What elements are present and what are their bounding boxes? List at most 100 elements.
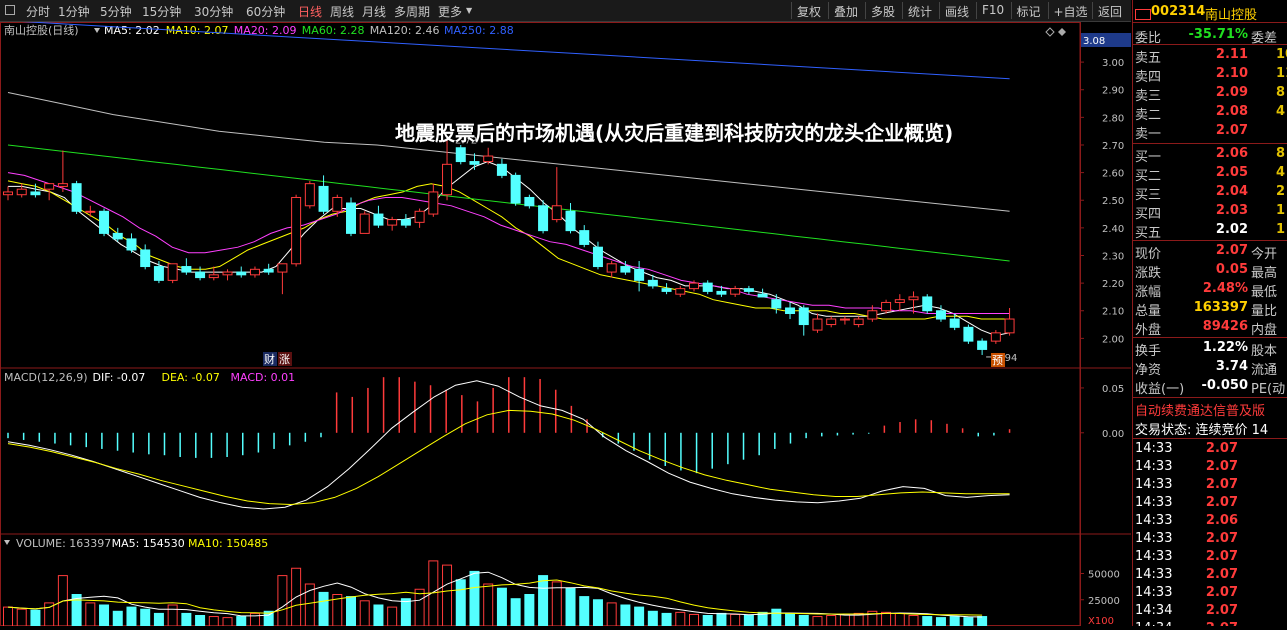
- candle-body: [881, 301, 892, 312]
- ticker-row: 自动续费通达信普及版: [1133, 399, 1287, 419]
- candle-body: [538, 205, 549, 232]
- candle-body: [455, 147, 466, 163]
- volume-bar: [620, 604, 631, 627]
- tool-button[interactable]: 画线: [945, 3, 969, 20]
- stat-label: 总量: [1135, 304, 1162, 319]
- kline-chart-svg[interactable]: 南山控股(日线) MA5: 2.02 MA10: 2.07 MA20: 2.09 MA6…: [0, 20, 1131, 627]
- volume-bar: [826, 615, 837, 627]
- stat-label: 涨跌: [1135, 266, 1162, 281]
- candle-body: [990, 332, 1001, 342]
- volume-bar: [524, 594, 535, 627]
- volume-bar: [359, 600, 370, 627]
- tool-button[interactable]: F10: [982, 3, 1004, 17]
- period-tab[interactable]: 分时: [26, 3, 50, 20]
- ask-label: 卖三: [1135, 89, 1162, 104]
- bid-row: 买三 2.04 2: [1133, 183, 1287, 203]
- volume-bar: [208, 616, 219, 627]
- period-tab[interactable]: 周线: [330, 3, 354, 20]
- stock-name: 南山控股: [1205, 8, 1258, 23]
- candle-body: [647, 279, 658, 287]
- period-tab[interactable]: 30分钟: [194, 3, 233, 20]
- volume-bar: [181, 612, 192, 627]
- diamond-icon[interactable]: [1058, 28, 1066, 36]
- tick-row: 14:33 2.07: [1133, 548, 1287, 566]
- macd-legend: MACD(12,26,9): [4, 371, 88, 384]
- stat-label-2: 最低: [1251, 285, 1278, 300]
- trade-status-text: 交易状态: 连续竞价 14: [1135, 423, 1269, 438]
- tool-button[interactable]: 标记: [1017, 3, 1041, 20]
- volume-bar: [565, 587, 576, 627]
- candle-body: [702, 282, 713, 292]
- price-tick-label: 2.10: [1102, 307, 1124, 318]
- chevron-down-icon[interactable]: [94, 28, 100, 33]
- stat-label-2: 今开: [1251, 247, 1278, 262]
- volume-bar: [3, 606, 13, 627]
- volume-bar: [839, 613, 850, 627]
- tool-button[interactable]: 返回: [1098, 3, 1122, 20]
- period-tab[interactable]: 日线: [298, 3, 322, 20]
- toolbar-separator: [1047, 2, 1049, 19]
- tick-time: 14:33: [1135, 459, 1173, 474]
- tick-row: 14:34 2.07: [1133, 620, 1287, 626]
- candle-body: [812, 318, 823, 331]
- bid-row: 买五 2.02 1: [1133, 221, 1287, 241]
- ask-price: 2.07: [1215, 123, 1248, 138]
- tool-button[interactable]: 统计: [908, 3, 932, 20]
- overlay-headline: 地震股票后的市场机遇(从灾后重建到科技防灾的龙头企业概览): [395, 121, 954, 145]
- tick-price: 2.07: [1205, 495, 1238, 510]
- toolbar-separator: [865, 2, 866, 19]
- volume-bar: [922, 616, 933, 627]
- tick-price: 2.07: [1205, 459, 1238, 474]
- period-tab[interactable]: 更多: [438, 3, 462, 20]
- price-tick-label: 2.70: [1102, 141, 1124, 152]
- bid-price: 2.06: [1215, 146, 1248, 161]
- chevron-down-icon[interactable]: [4, 540, 10, 545]
- tool-button[interactable]: 复权: [797, 3, 821, 20]
- volume-bar: [455, 579, 466, 627]
- candle-body: [757, 293, 768, 298]
- candle-body: [400, 219, 411, 226]
- candle-body: [85, 210, 96, 213]
- panel-divider: [1133, 397, 1287, 398]
- chart-area[interactable]: 南山控股(日线) MA5: 2.02 MA10: 2.07 MA20: 2.09 MA6…: [0, 20, 1131, 627]
- period-tab[interactable]: 多周期: [394, 3, 430, 20]
- candle-body: [332, 196, 343, 212]
- tool-button[interactable]: 叠加: [834, 3, 858, 20]
- period-tab[interactable]: 15分钟: [142, 3, 181, 20]
- volume-bar: [661, 612, 672, 627]
- volume-bar: [153, 612, 164, 627]
- candle-body: [949, 318, 960, 328]
- volume-bar: [771, 608, 782, 627]
- tick-row: 14:33 2.07: [1133, 476, 1287, 494]
- candle-body: [222, 271, 233, 276]
- candle-body: [483, 155, 494, 163]
- candle-body: [922, 296, 933, 312]
- volume-bar: [414, 588, 425, 627]
- window-icon[interactable]: [5, 5, 15, 15]
- period-tab[interactable]: 60分钟: [246, 3, 285, 20]
- diamond-icon[interactable]: [1045, 27, 1055, 37]
- tool-button[interactable]: 多股: [871, 3, 895, 20]
- period-tab[interactable]: 5分钟: [100, 3, 132, 20]
- chevron-down-icon[interactable]: ▼: [466, 6, 472, 15]
- panel-divider: [1133, 44, 1287, 45]
- period-tab[interactable]: 月线: [362, 3, 386, 20]
- badge-yu: 预: [992, 354, 1003, 367]
- bid-label: 买二: [1135, 169, 1162, 184]
- tick-time: 14:33: [1135, 585, 1173, 600]
- volume-bar: [977, 616, 988, 627]
- candle-body: [44, 183, 55, 190]
- tick-price: 2.07: [1205, 477, 1238, 492]
- candle-body: [689, 282, 699, 290]
- toolbar-separator: [1092, 2, 1093, 19]
- candle-body: [579, 230, 590, 245]
- tool-button[interactable]: +自选: [1054, 3, 1088, 20]
- candle-body: [496, 163, 507, 176]
- period-tab[interactable]: 1分钟: [58, 3, 90, 20]
- bid-label: 买四: [1135, 207, 1162, 222]
- volume-bar: [30, 609, 41, 627]
- candle-body: [318, 185, 329, 212]
- volume-bar: [222, 617, 233, 627]
- stat2-value: 3.74: [1215, 359, 1248, 374]
- candle-body: [826, 318, 837, 326]
